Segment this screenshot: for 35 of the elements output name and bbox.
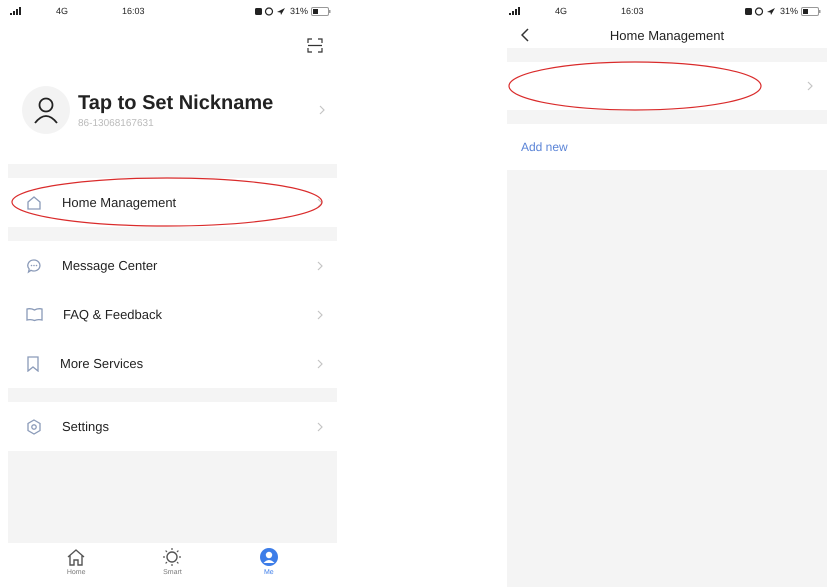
book-icon [26, 307, 43, 322]
chevron-icon [317, 198, 323, 208]
phone-number: 86-13068167631 [78, 118, 155, 128]
nickname: Tap to Set Nickname [78, 92, 274, 114]
status-icons [254, 6, 287, 16]
battery-icon [311, 6, 331, 16]
avatar-icon [22, 86, 70, 134]
scan-icon[interactable] [307, 38, 323, 53]
house-icon [26, 194, 42, 210]
clock-time: 16:03 [122, 6, 145, 16]
signal-icon [509, 7, 521, 15]
settings-icon [26, 418, 42, 434]
network-label: 4G [56, 6, 68, 16]
page-title: Home Management [610, 28, 724, 42]
profile-card[interactable]: Tap to Set Nickname 86-13068167631 [8, 66, 337, 164]
clock-time: 16:03 [621, 6, 644, 16]
status-icons [744, 6, 777, 16]
bookmark-icon [26, 356, 40, 372]
chevron-icon [317, 260, 323, 270]
person-icon [258, 547, 279, 567]
chevron-icon [317, 358, 323, 368]
battery-percent: 31% [780, 6, 798, 16]
chevron-icon [319, 105, 325, 115]
back-icon[interactable] [521, 28, 529, 42]
chevron-icon [317, 422, 323, 432]
battery-icon [801, 6, 821, 16]
house-icon [66, 547, 86, 567]
sun-icon [162, 547, 182, 567]
chevron-icon [807, 81, 813, 91]
add-new-link[interactable]: Add new [521, 140, 568, 154]
chevron-icon [317, 310, 323, 320]
signal-icon [10, 7, 22, 15]
battery-percent: 31% [290, 6, 308, 16]
network-label: 4G [555, 6, 568, 16]
chat-bubble-icon [26, 258, 42, 274]
